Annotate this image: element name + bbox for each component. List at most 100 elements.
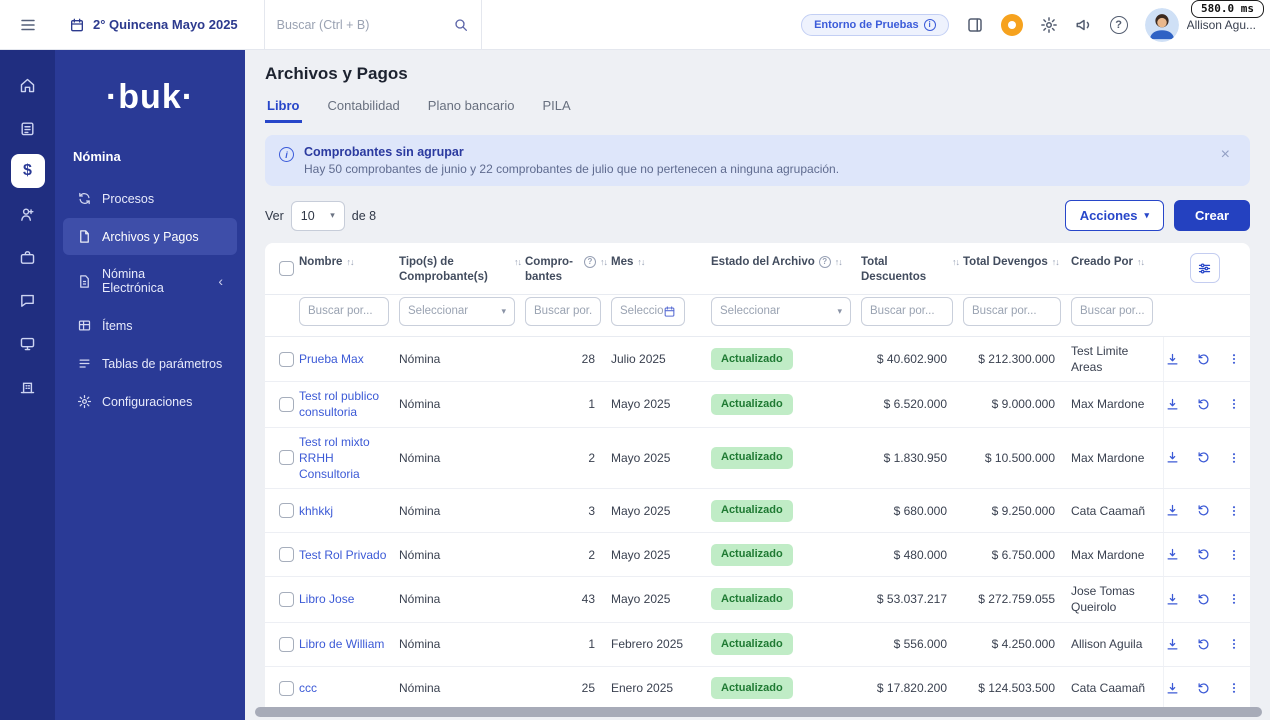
row-checkbox[interactable]: [279, 680, 294, 696]
refresh-icon[interactable]: [1196, 397, 1211, 412]
row-name-link[interactable]: Test Rol Privado: [299, 548, 386, 562]
tab-pila[interactable]: PILA: [541, 94, 573, 123]
row-checkbox[interactable]: [279, 396, 294, 412]
sidebar-item-nomina-electronica[interactable]: Nómina Electrónica ‹: [63, 256, 237, 306]
download-icon[interactable]: [1165, 450, 1180, 465]
acciones-button[interactable]: Acciones ▾: [1064, 200, 1165, 231]
table-row: khhkkj Nómina 3 Mayo 2025 Actualizado $ …: [265, 489, 1250, 534]
refresh-icon[interactable]: [1196, 503, 1211, 518]
tab-plano-bancario[interactable]: Plano bancario: [426, 94, 517, 123]
sort-icon[interactable]: ↑↓: [835, 257, 843, 269]
refresh-icon[interactable]: [1196, 592, 1211, 607]
download-icon[interactable]: [1165, 547, 1180, 562]
people-icon[interactable]: [11, 197, 45, 231]
crear-button[interactable]: Crear: [1174, 200, 1250, 231]
row-checkbox[interactable]: [279, 591, 294, 607]
download-icon[interactable]: [1165, 397, 1180, 412]
help-icon[interactable]: ?: [1109, 15, 1128, 34]
sort-icon[interactable]: ↑↓: [600, 257, 608, 269]
download-icon[interactable]: [1165, 681, 1180, 696]
kebab-menu-icon[interactable]: [1227, 352, 1241, 366]
environment-badge[interactable]: Entorno de Pruebas i: [801, 13, 949, 36]
help-icon[interactable]: ?: [584, 256, 596, 268]
kebab-menu-icon[interactable]: [1227, 681, 1241, 695]
period-selector[interactable]: 2° Quincena Mayo 2025: [55, 17, 252, 33]
filter-estado-select[interactable]: Seleccionar ▾: [711, 296, 851, 326]
briefcase-icon[interactable]: [11, 240, 45, 274]
chat-icon[interactable]: [11, 283, 45, 317]
payroll-icon[interactable]: $: [10, 154, 45, 188]
sidebar-item-items[interactable]: Ítems: [63, 307, 237, 344]
row-checkbox[interactable]: [279, 450, 294, 466]
sort-icon[interactable]: ↑↓: [1137, 257, 1145, 269]
row-checkbox[interactable]: [279, 503, 294, 519]
filter-creado-input[interactable]: [1071, 296, 1153, 326]
row-name-link[interactable]: Prueba Max: [299, 352, 364, 366]
building-icon[interactable]: [11, 369, 45, 403]
home-icon[interactable]: [11, 68, 45, 102]
filter-mes-datepicker[interactable]: Seleccio: [611, 296, 685, 326]
gear-icon[interactable]: [1040, 16, 1058, 34]
sidebar-item-tablas-de-parametros[interactable]: Tablas de parámetros: [63, 345, 237, 382]
filter-descuentos-input[interactable]: [861, 296, 953, 326]
sort-icon[interactable]: ↑↓: [637, 257, 645, 269]
panel-toggle-icon[interactable]: [966, 16, 984, 34]
row-checkbox[interactable]: [279, 636, 294, 652]
row-name-link[interactable]: khhkkj: [299, 504, 333, 518]
kebab-menu-icon[interactable]: [1227, 592, 1241, 606]
kebab-menu-icon[interactable]: [1227, 504, 1241, 518]
chevron-left-icon[interactable]: ‹: [218, 274, 223, 288]
sort-icon[interactable]: ↑↓: [952, 257, 960, 269]
kebab-menu-icon[interactable]: [1227, 548, 1241, 562]
tab-contabilidad[interactable]: Contabilidad: [326, 94, 402, 123]
row-name-link[interactable]: Test rol mixto RRHH Consultoria: [299, 435, 370, 481]
column-settings-icon[interactable]: [1189, 253, 1220, 283]
sort-icon[interactable]: ↑↓: [1052, 257, 1060, 269]
refresh-icon[interactable]: [1196, 352, 1211, 367]
tasks-icon[interactable]: [11, 111, 45, 145]
row-creado: Max Mardone: [1071, 450, 1145, 465]
status-badge: Actualizado: [711, 446, 793, 469]
search-input[interactable]: [276, 17, 453, 32]
sort-icon[interactable]: ↑↓: [346, 257, 354, 269]
search-icon[interactable]: [453, 17, 469, 33]
download-icon[interactable]: [1165, 503, 1180, 518]
sidebar-item-procesos[interactable]: Procesos: [63, 180, 237, 217]
tab-libro[interactable]: Libro: [265, 94, 302, 123]
download-icon[interactable]: [1165, 352, 1180, 367]
row-name-link[interactable]: ccc: [299, 681, 317, 695]
refresh-icon[interactable]: [1196, 547, 1211, 562]
filter-nombre-input[interactable]: [299, 296, 389, 326]
row-descuentos: $ 53.037.217: [876, 592, 947, 607]
sync-icon: [77, 191, 92, 206]
close-icon[interactable]: ×: [1215, 145, 1236, 165]
refresh-icon[interactable]: [1196, 637, 1211, 652]
monitor-icon[interactable]: [11, 326, 45, 360]
kebab-menu-icon[interactable]: [1227, 397, 1241, 411]
row-checkbox[interactable]: [279, 351, 294, 367]
page-size-select[interactable]: 10 ▾: [290, 200, 345, 231]
download-icon[interactable]: [1165, 637, 1180, 652]
assistant-icon[interactable]: [1000, 13, 1023, 36]
help-icon[interactable]: ?: [818, 256, 831, 268]
row-devengos: $ 10.500.000: [984, 450, 1055, 465]
row-checkbox[interactable]: [279, 547, 294, 563]
refresh-icon[interactable]: [1196, 681, 1211, 696]
megaphone-icon[interactable]: [1075, 16, 1093, 34]
download-icon[interactable]: [1165, 592, 1180, 607]
row-name-link[interactable]: Libro Jose: [299, 592, 354, 606]
sort-icon[interactable]: ↑↓: [514, 257, 522, 269]
horizontal-scrollbar[interactable]: [255, 707, 1262, 717]
hamburger-menu-icon[interactable]: [0, 16, 55, 34]
kebab-menu-icon[interactable]: [1227, 637, 1241, 651]
sidebar-item-configuraciones[interactable]: Configuraciones: [63, 383, 237, 420]
filter-devengos-input[interactable]: [963, 296, 1061, 326]
refresh-icon[interactable]: [1196, 450, 1211, 465]
kebab-menu-icon[interactable]: [1227, 451, 1241, 465]
row-name-link[interactable]: Libro de William: [299, 637, 384, 651]
row-name-link[interactable]: Test rol publico consultoria: [299, 389, 379, 419]
select-all-checkbox[interactable]: [279, 261, 294, 276]
sidebar-item-archivos-y-pagos[interactable]: Archivos y Pagos: [63, 218, 237, 255]
filter-comprobantes-input[interactable]: [525, 296, 601, 326]
filter-tipo-select[interactable]: Seleccionar ▾: [399, 296, 515, 326]
